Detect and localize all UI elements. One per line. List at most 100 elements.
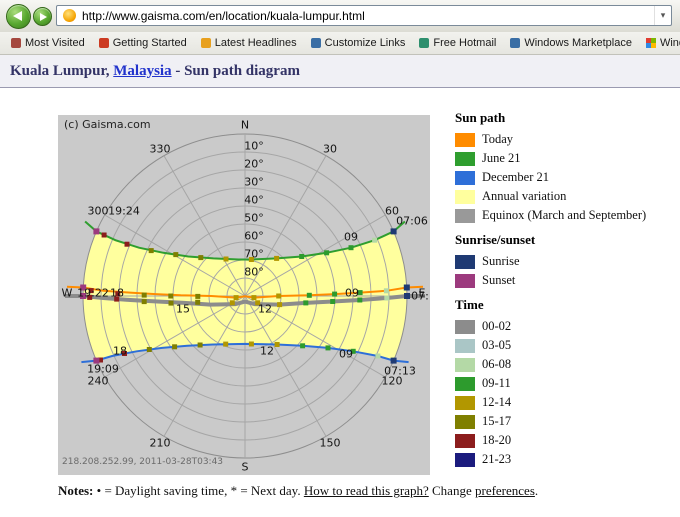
bookmark-label: Getting Started xyxy=(113,37,187,49)
time-label-1924: 19:24 xyxy=(108,206,140,217)
elevation-label-50deg: 50° xyxy=(244,213,264,224)
bookmarks-toolbar: Most Visited Getting Started Latest Headli… xyxy=(0,32,680,55)
azimuth-label-150: 150 xyxy=(320,438,341,449)
time-label-18: 18 xyxy=(113,346,127,357)
legend-label: Today xyxy=(482,132,513,147)
title-country-link[interactable]: Malaysia xyxy=(113,63,171,79)
address-bar[interactable]: http://www.gaisma.com/en/location/kuala-… xyxy=(56,5,672,26)
bookmark-label: Windows Marketplace xyxy=(524,37,632,49)
url-text[interactable]: http://www.gaisma.com/en/location/kuala-… xyxy=(82,9,654,23)
bookmark-label: Free Hotmail xyxy=(433,37,496,49)
url-dropdown-icon[interactable]: ▾ xyxy=(654,6,671,25)
bookmark-item-windows[interactable]: Windows xyxy=(639,35,680,51)
time-label-1909: 19:09 xyxy=(87,364,119,375)
legend-label: 03-05 xyxy=(482,338,511,353)
bookmark-icon xyxy=(99,38,109,48)
legend-label: Equinox (March and September) xyxy=(482,208,646,223)
legend-swatch xyxy=(455,133,475,147)
legend-swatch xyxy=(455,358,475,372)
back-button[interactable] xyxy=(6,4,31,29)
azimuth-label-240: 240 xyxy=(88,376,109,387)
notes-text-3: . xyxy=(535,483,538,498)
bookmark-item-latest-headlines[interactable]: Latest Headlines xyxy=(194,35,304,51)
legend-swatch xyxy=(455,171,475,185)
bookmark-label: Customize Links xyxy=(325,37,406,49)
time-label-09: 09 xyxy=(339,349,353,360)
legend-item: 03-05 xyxy=(455,338,680,353)
bookmark-label: Most Visited xyxy=(25,37,85,49)
legend-item: Today xyxy=(455,132,680,147)
windows-flag-icon xyxy=(646,38,656,48)
bookmark-icon xyxy=(510,38,520,48)
bookmark-item-getting-started[interactable]: Getting Started xyxy=(92,35,194,51)
title-city: Kuala Lumpur, xyxy=(10,63,113,79)
navigation-toolbar: http://www.gaisma.com/en/location/kuala-… xyxy=(0,0,680,33)
legend-swatch xyxy=(455,320,475,334)
legend-item: Sunset xyxy=(455,273,680,288)
legend-swatch xyxy=(455,255,475,269)
legend-label: December 21 xyxy=(482,170,549,185)
legend-item: 09-11 xyxy=(455,376,680,391)
legend-label: 09-11 xyxy=(482,376,511,391)
forward-arrow-icon xyxy=(40,13,47,21)
time-label-09: 09 xyxy=(345,288,359,299)
notes: Notes: • = Daylight saving time, * = Nex… xyxy=(58,483,538,499)
bookmark-item-customize-links[interactable]: Customize Links xyxy=(304,35,413,51)
legend-label: 06-08 xyxy=(482,357,511,372)
azimuth-label-W: W xyxy=(62,288,73,299)
legend-item: 21-23 xyxy=(455,452,680,467)
time-label-12: 12 xyxy=(258,304,272,315)
time-label-09: 09 xyxy=(344,232,358,243)
legend-swatch xyxy=(455,377,475,391)
legend-label: 12-14 xyxy=(482,395,511,410)
legend-label: 21-23 xyxy=(482,452,511,467)
legend-item: 12-14 xyxy=(455,395,680,410)
legend-swatch xyxy=(455,190,475,204)
page-title: Kuala Lumpur, Malaysia - Sun path diagra… xyxy=(0,55,680,87)
legend-swatch xyxy=(455,434,475,448)
legend-swatch xyxy=(455,339,475,353)
sun-path-plot: (c) Gaisma.com 218.208.252.99, 2011-03-2… xyxy=(58,115,430,475)
title-rest: - Sun path diagram xyxy=(172,63,300,79)
legend-item: Sunrise xyxy=(455,254,680,269)
elevation-label-70deg: 70° xyxy=(244,249,264,260)
legend-heading-time: Time xyxy=(455,297,680,313)
bookmark-item-free-hotmail[interactable]: Free Hotmail xyxy=(412,35,503,51)
legend-label: Sunset xyxy=(482,273,515,288)
time-label-1922: 19:22 xyxy=(77,288,109,299)
legend-item: June 21 xyxy=(455,151,680,166)
notes-label: Notes: xyxy=(58,483,93,498)
legend-item: 06-08 xyxy=(455,357,680,372)
back-arrow-icon xyxy=(13,11,22,21)
plot-copyright: (c) Gaisma.com xyxy=(64,118,151,131)
time-label-15: 15 xyxy=(176,304,190,315)
legend-item: Equinox (March and September) xyxy=(455,208,680,223)
legend-swatch xyxy=(455,415,475,429)
time-label-12: 12 xyxy=(260,346,274,357)
bookmark-label: Latest Headlines xyxy=(215,37,297,49)
legend-heading-sun-path: Sun path xyxy=(455,110,680,126)
time-label-0716: 07:16 xyxy=(411,291,430,302)
legend-label: 18-20 xyxy=(482,433,511,448)
page-header: Kuala Lumpur, Malaysia - Sun path diagra… xyxy=(0,55,680,88)
bookmark-icon xyxy=(11,38,21,48)
preferences-link[interactable]: preferences xyxy=(475,483,535,498)
elevation-label-30deg: 30° xyxy=(244,177,264,188)
browser-window: http://www.gaisma.com/en/location/kuala-… xyxy=(0,0,680,517)
bookmark-icon xyxy=(419,38,429,48)
time-label-18: 18 xyxy=(110,288,124,299)
forward-button[interactable] xyxy=(33,7,52,26)
elevation-label-80deg: 80° xyxy=(244,267,264,278)
elevation-label-20deg: 20° xyxy=(244,159,264,170)
bookmark-item-windows-marketplace[interactable]: Windows Marketplace xyxy=(503,35,639,51)
legend-swatch xyxy=(455,152,475,166)
legend-item: 18-20 xyxy=(455,433,680,448)
legend-label: 15-17 xyxy=(482,414,511,429)
notes-text-2: Change xyxy=(429,483,475,498)
how-to-read-link[interactable]: How to read this graph? xyxy=(304,483,429,498)
bookmark-item-most-visited[interactable]: Most Visited xyxy=(4,35,92,51)
chart-legend: Sun pathTodayJune 21December 21Annual va… xyxy=(455,110,680,471)
legend-heading-sunrise-sunset: Sunrise/sunset xyxy=(455,232,680,248)
legend-swatch xyxy=(455,209,475,223)
azimuth-label-30: 30 xyxy=(323,144,337,155)
